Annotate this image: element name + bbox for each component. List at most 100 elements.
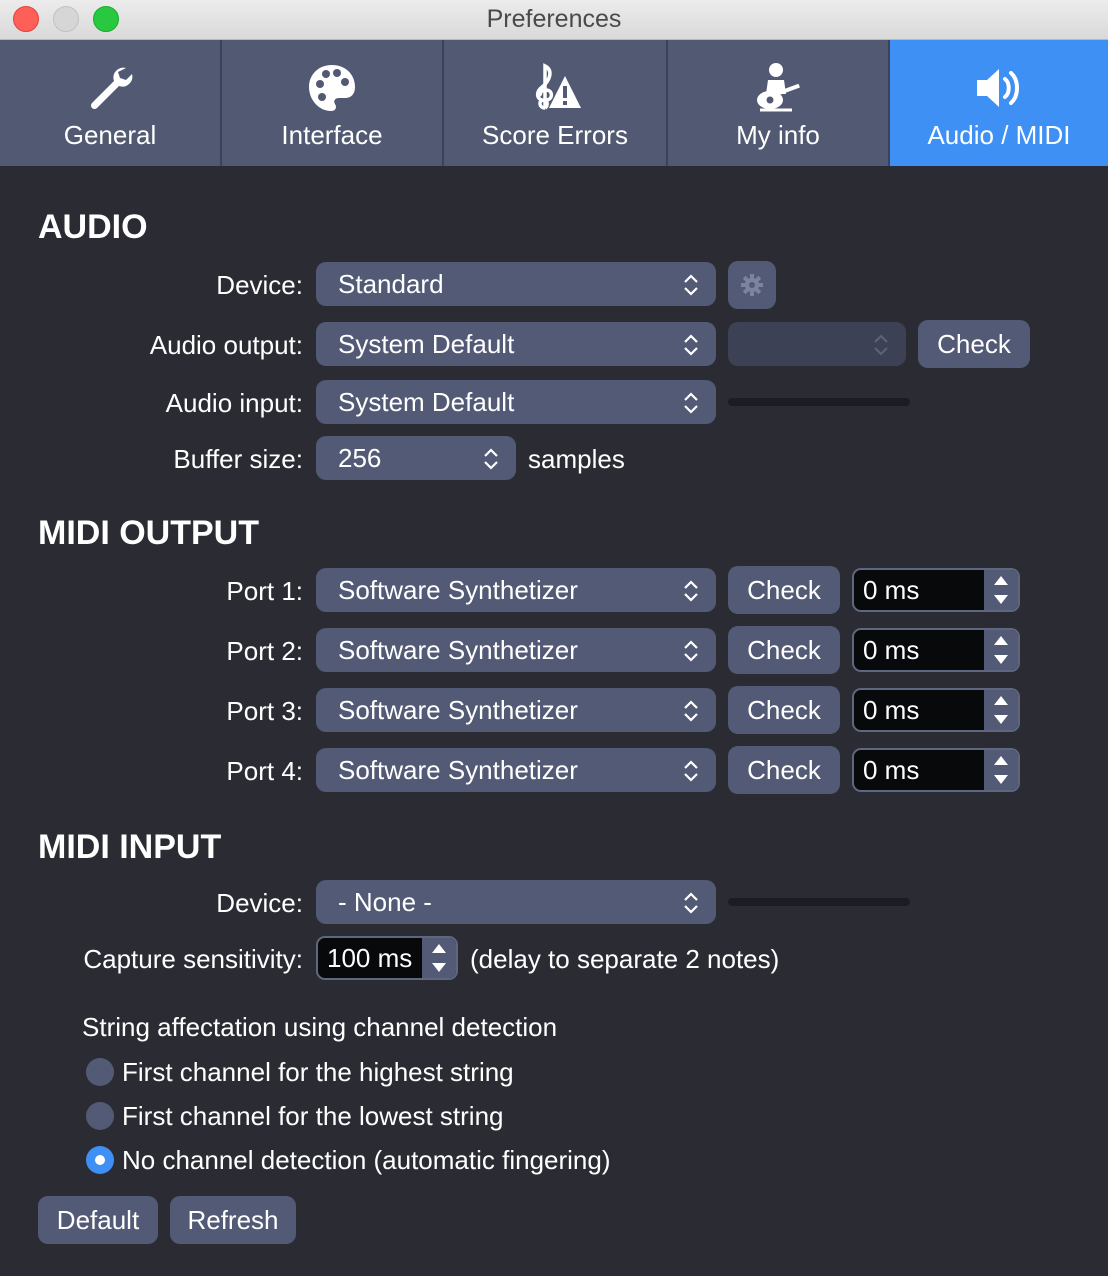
midi-input-heading: MIDI INPUT xyxy=(38,828,222,866)
port-delay-value: 0 ms xyxy=(863,635,920,665)
buffer-size-select[interactable]: 256 xyxy=(316,436,516,480)
stepper-arrows[interactable] xyxy=(984,630,1018,670)
audio-input-label: Audio input: xyxy=(165,388,303,418)
updown-chevron-icon xyxy=(684,700,698,722)
audio-output-channel-select xyxy=(728,322,906,366)
updown-chevron-icon xyxy=(874,334,888,356)
port-label: Port 1: xyxy=(226,576,303,606)
port-label: Port 2: xyxy=(226,636,303,666)
tab-general[interactable]: General xyxy=(0,40,220,166)
port-1-delay-stepper[interactable]: 0 ms xyxy=(852,568,1020,612)
palette-icon xyxy=(309,65,355,111)
port-4-check-button[interactable]: Check xyxy=(728,746,840,794)
updown-chevron-icon xyxy=(684,392,698,414)
audio-device-select[interactable]: Standard xyxy=(316,262,716,306)
stepper-arrows[interactable] xyxy=(984,690,1018,730)
capture-sensitivity-note: (delay to separate 2 notes) xyxy=(470,944,780,974)
audio-output-value: System Default xyxy=(338,329,515,359)
tab-audio-midi[interactable]: Audio / MIDI xyxy=(890,40,1108,166)
port-label: Port 4: xyxy=(226,756,303,786)
increment-arrow-icon[interactable] xyxy=(432,944,446,953)
decrement-arrow-icon[interactable] xyxy=(432,963,446,972)
port-value: Software Synthetizer xyxy=(338,695,578,725)
updown-chevron-icon xyxy=(684,580,698,602)
stepper-arrows[interactable] xyxy=(984,750,1018,790)
wrench-icon xyxy=(90,67,133,110)
port-2-check-button[interactable]: Check xyxy=(728,626,840,674)
updown-chevron-icon xyxy=(684,892,698,914)
guitarist-icon xyxy=(757,63,800,112)
radio-lowest-string[interactable] xyxy=(86,1102,114,1130)
port-delay-value: 0 ms xyxy=(863,755,920,785)
increment-arrow-icon[interactable] xyxy=(994,636,1008,645)
audio-device-value: Standard xyxy=(338,269,444,299)
port-1-select[interactable]: Software Synthetizer xyxy=(316,568,716,612)
radio-highest-string[interactable] xyxy=(86,1058,114,1086)
updown-chevron-icon xyxy=(684,274,698,296)
decrement-arrow-icon[interactable] xyxy=(994,775,1008,784)
preferences-tab-bar: General Interface Score Errors My info A… xyxy=(0,40,1108,166)
buffer-size-unit: samples xyxy=(528,444,625,474)
midi-input-device-label: Device: xyxy=(216,888,303,918)
capture-sensitivity-label: Capture sensitivity: xyxy=(83,944,303,974)
buffer-size-label: Buffer size: xyxy=(173,444,303,474)
increment-arrow-icon[interactable] xyxy=(994,756,1008,765)
port-label: Port 3: xyxy=(226,696,303,726)
tab-score-errors[interactable]: Score Errors xyxy=(444,40,666,166)
audio-heading: AUDIO xyxy=(38,208,148,246)
tab-my-info[interactable]: My info xyxy=(668,40,888,166)
gear-icon xyxy=(741,274,763,296)
audio-output-select[interactable]: System Default xyxy=(316,322,716,366)
tab-label: Score Errors xyxy=(482,120,628,150)
radio-label[interactable]: No channel detection (automatic fingerin… xyxy=(122,1145,611,1176)
stepper-arrows[interactable] xyxy=(984,570,1018,610)
decrement-arrow-icon[interactable] xyxy=(994,595,1008,604)
updown-chevron-icon xyxy=(684,760,698,782)
tab-label: General xyxy=(63,120,157,150)
port-2-select[interactable]: Software Synthetizer xyxy=(316,628,716,672)
port-3-select[interactable]: Software Synthetizer xyxy=(316,688,716,732)
tab-interface[interactable]: Interface xyxy=(222,40,442,166)
audio-device-settings-button[interactable] xyxy=(728,261,776,309)
stepper-arrows[interactable] xyxy=(422,938,456,978)
updown-chevron-icon xyxy=(684,334,698,356)
increment-arrow-icon[interactable] xyxy=(994,696,1008,705)
midi-output-heading: MIDI OUTPUT xyxy=(38,514,259,552)
port-3-check-button[interactable]: Check xyxy=(728,686,840,734)
port-1-check-button[interactable]: Check xyxy=(728,566,840,614)
tab-label: Audio / MIDI xyxy=(927,120,1071,150)
buffer-size-value: 256 xyxy=(338,443,382,473)
updown-chevron-icon xyxy=(684,640,698,662)
audio-output-check-button[interactable]: Check xyxy=(918,320,1030,368)
default-button[interactable]: Default xyxy=(38,1196,158,1244)
port-value: Software Synthetizer xyxy=(338,755,578,785)
radio-label[interactable]: First channel for the lowest string xyxy=(122,1101,504,1132)
audio-input-level-meter xyxy=(728,398,910,406)
audio-input-value: System Default xyxy=(338,387,515,417)
refresh-button[interactable]: Refresh xyxy=(170,1196,296,1244)
midi-input-device-value: - None - xyxy=(338,887,432,917)
capture-sensitivity-stepper[interactable]: 100 ms xyxy=(316,936,458,980)
midi-input-device-select[interactable]: - None - xyxy=(316,880,716,924)
radio-label[interactable]: First channel for the highest string xyxy=(122,1057,514,1088)
capture-sensitivity-value: 100 ms xyxy=(327,943,413,973)
port-3-delay-stepper[interactable]: 0 ms xyxy=(852,688,1020,732)
decrement-arrow-icon[interactable] xyxy=(994,715,1008,724)
port-value: Software Synthetizer xyxy=(338,575,578,605)
port-delay-value: 0 ms xyxy=(863,695,920,725)
port-value: Software Synthetizer xyxy=(338,635,578,665)
port-4-select[interactable]: Software Synthetizer xyxy=(316,748,716,792)
decrement-arrow-icon[interactable] xyxy=(994,655,1008,664)
string-affectation-heading: String affectation using channel detecti… xyxy=(82,1012,558,1042)
midi-input-activity-meter xyxy=(728,898,910,906)
title-bar: Preferences xyxy=(0,0,1108,40)
audio-device-label: Device: xyxy=(216,270,303,300)
clef-warning-icon xyxy=(535,63,581,110)
updown-chevron-icon xyxy=(484,448,498,470)
audio-input-select[interactable]: System Default xyxy=(316,380,716,424)
port-4-delay-stepper[interactable]: 0 ms xyxy=(852,748,1020,792)
radio-no-channel-detection[interactable] xyxy=(86,1146,114,1174)
increment-arrow-icon[interactable] xyxy=(994,576,1008,585)
port-2-delay-stepper[interactable]: 0 ms xyxy=(852,628,1020,672)
window-title: Preferences xyxy=(486,5,622,33)
